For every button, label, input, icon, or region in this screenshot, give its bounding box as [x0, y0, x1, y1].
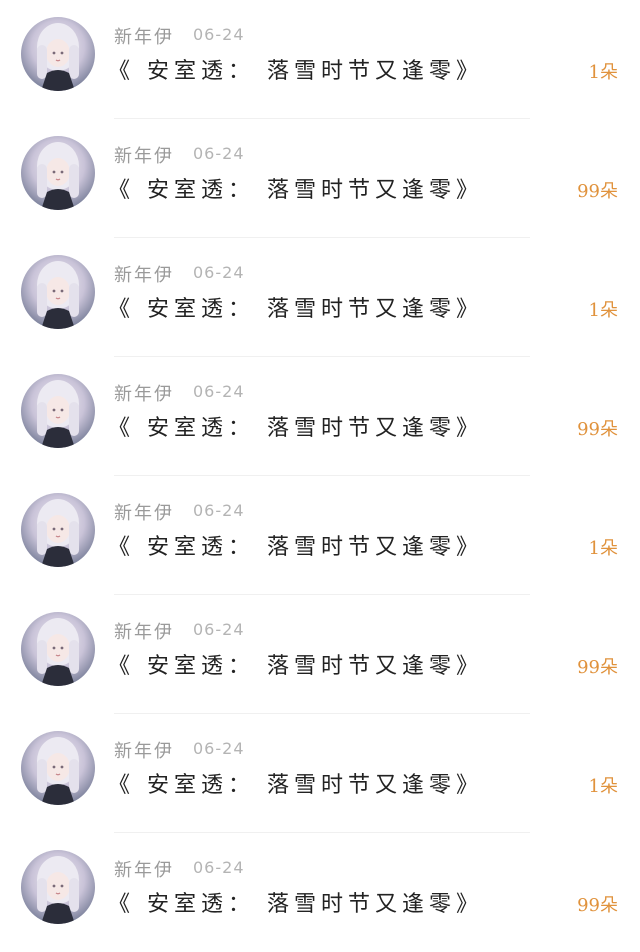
list-item[interactable]: 新年伊 06-24 《 安室透： 落雪时节又逢零》 99朵: [0, 595, 640, 714]
user-name[interactable]: 新年伊: [114, 499, 174, 525]
flower-count: 99朵: [577, 419, 618, 440]
list-item[interactable]: 新年伊 06-24 《 安室透： 落雪时节又逢零》 1朵: [0, 476, 640, 595]
post-date: 06-24: [193, 501, 245, 520]
avatar[interactable]: [21, 731, 95, 805]
avatar[interactable]: [21, 612, 95, 686]
post-date: 06-24: [193, 25, 245, 44]
flower-count: 1朵: [588, 300, 618, 321]
post-date: 06-24: [193, 858, 245, 877]
flower-count: 99朵: [577, 895, 618, 916]
list-item[interactable]: 新年伊 06-24 《 安室透： 落雪时节又逢零》 1朵: [0, 714, 640, 833]
item-title[interactable]: 《 安室透： 落雪时节又逢零》: [108, 767, 483, 799]
post-date: 06-24: [193, 382, 245, 401]
item-title[interactable]: 《 安室透： 落雪时节又逢零》: [108, 886, 483, 918]
flower-count: 1朵: [588, 538, 618, 559]
flower-count: 1朵: [588, 62, 618, 83]
avatar[interactable]: [21, 17, 95, 91]
user-name[interactable]: 新年伊: [114, 23, 174, 49]
flower-count: 99朵: [577, 657, 618, 678]
flower-count: 99朵: [577, 181, 618, 202]
avatar[interactable]: [21, 374, 95, 448]
avatar[interactable]: [21, 136, 95, 210]
item-title[interactable]: 《 安室透： 落雪时节又逢零》: [108, 529, 483, 561]
avatar[interactable]: [21, 493, 95, 567]
flower-count: 1朵: [588, 776, 618, 797]
item-title[interactable]: 《 安室透： 落雪时节又逢零》: [108, 172, 483, 204]
item-title[interactable]: 《 安室透： 落雪时节又逢零》: [108, 53, 483, 85]
post-date: 06-24: [193, 144, 245, 163]
list-item[interactable]: 新年伊 06-24 《 安室透： 落雪时节又逢零》 99朵: [0, 357, 640, 476]
user-name[interactable]: 新年伊: [114, 856, 174, 882]
avatar[interactable]: [21, 850, 95, 924]
item-title[interactable]: 《 安室透： 落雪时节又逢零》: [108, 291, 483, 323]
user-name[interactable]: 新年伊: [114, 380, 174, 406]
item-title[interactable]: 《 安室透： 落雪时节又逢零》: [108, 648, 483, 680]
post-date: 06-24: [193, 263, 245, 282]
user-name[interactable]: 新年伊: [114, 261, 174, 287]
user-name[interactable]: 新年伊: [114, 618, 174, 644]
gift-list: 新年伊 06-24 《 安室透： 落雪时节又逢零》 1朵 新年伊 06-24 《…: [0, 0, 640, 948]
list-item[interactable]: 新年伊 06-24 《 安室透： 落雪时节又逢零》 99朵: [0, 833, 640, 952]
post-date: 06-24: [193, 620, 245, 639]
post-date: 06-24: [193, 739, 245, 758]
user-name[interactable]: 新年伊: [114, 737, 174, 763]
user-name[interactable]: 新年伊: [114, 142, 174, 168]
list-item[interactable]: 新年伊 06-24 《 安室透： 落雪时节又逢零》 1朵: [0, 238, 640, 357]
list-item[interactable]: 新年伊 06-24 《 安室透： 落雪时节又逢零》 99朵: [0, 119, 640, 238]
avatar[interactable]: [21, 255, 95, 329]
list-item[interactable]: 新年伊 06-24 《 安室透： 落雪时节又逢零》 1朵: [0, 0, 640, 119]
item-title[interactable]: 《 安室透： 落雪时节又逢零》: [108, 410, 483, 442]
